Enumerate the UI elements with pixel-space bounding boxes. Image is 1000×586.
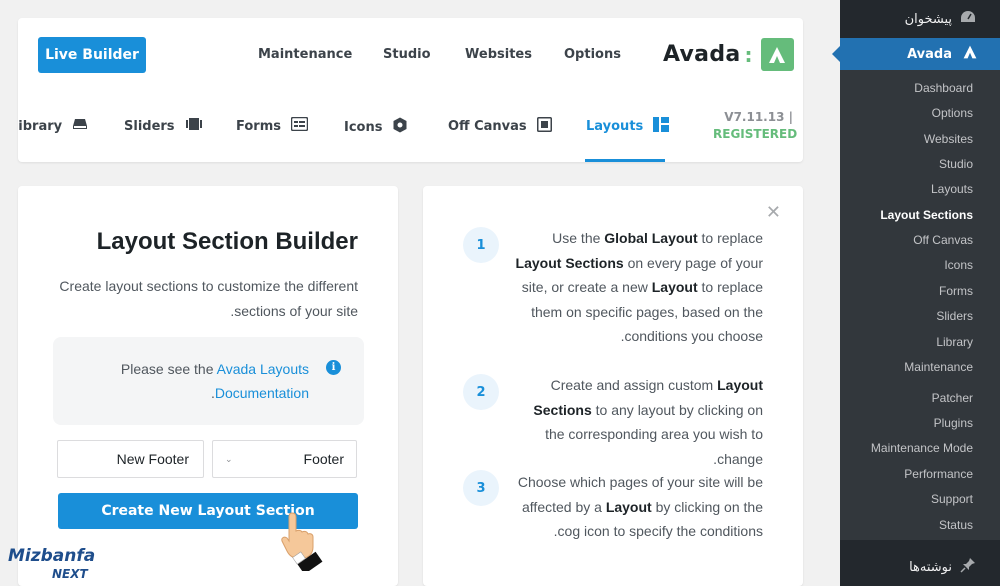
subnav-icons[interactable]: Icons: [344, 117, 408, 137]
active-menu-arrow: [832, 46, 840, 62]
nav-options[interactable]: Options: [564, 47, 621, 62]
info-icon: i: [326, 360, 341, 375]
type-select-value: Footer: [303, 451, 344, 467]
avada-logo-icon: [760, 38, 794, 71]
sidebar-item-options[interactable]: Options: [932, 106, 973, 120]
step-number: 2: [463, 374, 499, 410]
step-3-text: Choose which pages of your site will be …: [517, 474, 763, 539]
sidebar-dashboard-label: پیشخوان: [904, 11, 952, 27]
layouts-icon: [653, 117, 670, 136]
sidebar-item-maintenance[interactable]: Maintenance: [904, 360, 973, 374]
nav-studio[interactable]: Studio: [383, 47, 431, 62]
close-icon[interactable]: ✕: [766, 202, 781, 223]
documentation-link[interactable]: Avada Layouts Documentation: [215, 361, 309, 401]
subnav-forms-label: Forms: [236, 118, 281, 134]
subnav-library[interactable]: Library: [18, 117, 88, 135]
subnav-layouts[interactable]: Layouts: [586, 117, 670, 136]
avada-brand[interactable]: Avada :: [663, 38, 794, 71]
nav-maintenance[interactable]: Maintenance: [258, 47, 352, 62]
sidebar-item-layout-sections[interactable]: Layout Sections: [880, 208, 973, 222]
step-number: 1: [463, 227, 499, 263]
sidebar-item-support[interactable]: Support: [931, 492, 973, 506]
subnav-library-label: Library: [18, 118, 63, 134]
builder-title: Layout Section Builder: [96, 228, 358, 255]
active-tab-indicator: [585, 159, 665, 162]
nav-websites[interactable]: Websites: [465, 47, 532, 62]
forms-icon: [290, 116, 309, 135]
subnav-off-canvas-label: Off Canvas: [448, 119, 527, 134]
pin-icon: [960, 557, 976, 577]
sidebar-avada-label: Avada: [907, 46, 952, 62]
documentation-text: Please see the Avada Layouts Documentati…: [79, 357, 309, 405]
sidebar-item-performance[interactable]: Performance: [904, 467, 973, 481]
brand-colon: :: [744, 42, 753, 67]
name-input-value: New Footer: [116, 451, 189, 467]
subnav-sliders[interactable]: Sliders: [124, 117, 203, 135]
chevron-down-icon: ⌄: [225, 453, 233, 464]
sidebar-item-off-canvas[interactable]: Off Canvas: [913, 233, 973, 247]
version-number: V7.11.13 |: [724, 110, 793, 124]
sidebar-item-icons[interactable]: Icons: [944, 258, 973, 272]
sidebar-item-dashboard[interactable]: Dashboard: [914, 81, 973, 95]
subnav-forms[interactable]: Forms: [236, 116, 309, 135]
instructions-card: ✕ 1 Use the Global Layout to replace Lay…: [423, 186, 803, 586]
registered-badge: REGISTERED: [713, 127, 798, 141]
library-icon: [72, 117, 88, 135]
sidebar-posts-label: نوشته‌ها: [909, 559, 952, 575]
hand-pointer-icon: [281, 512, 323, 571]
off-canvas-icon: [536, 117, 552, 136]
watermark-logo: Mizbanfa NEXT: [8, 546, 104, 582]
subnav-sliders-label: Sliders: [124, 118, 175, 134]
avada-menu-icon: [962, 44, 978, 64]
sidebar-item-layouts[interactable]: Layouts: [931, 182, 973, 196]
builder-description: Create layout sections to customize the …: [59, 278, 358, 319]
sidebar-item-dashboard-main[interactable]: پیشخوان: [840, 0, 1000, 38]
top-panel: Live Builder Maintenance Studio Websites…: [18, 18, 803, 162]
sidebar-item-studio[interactable]: Studio: [939, 157, 973, 171]
live-builder-button[interactable]: Live Builder: [38, 37, 146, 73]
subnav-icons-label: Icons: [344, 119, 383, 135]
section-type-select[interactable]: ⌄ Footer: [212, 440, 357, 478]
step-number: 3: [463, 470, 499, 506]
layout-section-builder-card: Layout Section Builder Create layout sec…: [18, 186, 398, 586]
layout-section-name-input[interactable]: New Footer: [57, 440, 204, 478]
watermark-line1: Mizbanfa: [8, 546, 96, 566]
brand-name: Avada: [663, 42, 741, 67]
dashboard-gauge-icon: [960, 10, 976, 28]
avada-submenu: Dashboard Options Websites Studio Layout…: [840, 70, 1000, 540]
sidebar-item-forms[interactable]: Forms: [939, 284, 973, 298]
documentation-notice: Please see the Avada Layouts Documentati…: [53, 337, 364, 425]
admin-sidebar: پیشخوان Avada Dashboard Options Websites…: [832, 0, 1000, 586]
sidebar-item-avada[interactable]: Avada: [832, 38, 1000, 70]
step-2-text: Create and assign custom Layout Sections…: [533, 377, 763, 467]
step-1-text: Use the Global Layout to replace Layout …: [515, 230, 763, 344]
sidebar-item-plugins[interactable]: Plugins: [934, 416, 973, 430]
subnav-off-canvas[interactable]: Off Canvas: [448, 117, 552, 136]
icons-icon: [392, 117, 408, 137]
sidebar-item-maintenance-mode[interactable]: Maintenance Mode: [871, 441, 973, 455]
watermark-line2: NEXT: [52, 567, 88, 581]
sidebar-item-posts[interactable]: نوشته‌ها: [840, 548, 1000, 586]
sidebar-item-websites[interactable]: Websites: [924, 132, 973, 146]
sidebar-item-status[interactable]: Status: [939, 518, 973, 532]
sliders-icon: [185, 117, 203, 135]
sidebar-item-sliders[interactable]: Sliders: [936, 309, 973, 323]
sidebar-item-patcher[interactable]: Patcher: [932, 391, 973, 405]
subnav-layouts-label: Layouts: [586, 119, 644, 134]
version-info: V7.11.13 | REGISTERED: [713, 109, 798, 143]
doc-prefix: Please see the: [120, 361, 214, 377]
sidebar-item-library[interactable]: Library: [936, 335, 973, 349]
